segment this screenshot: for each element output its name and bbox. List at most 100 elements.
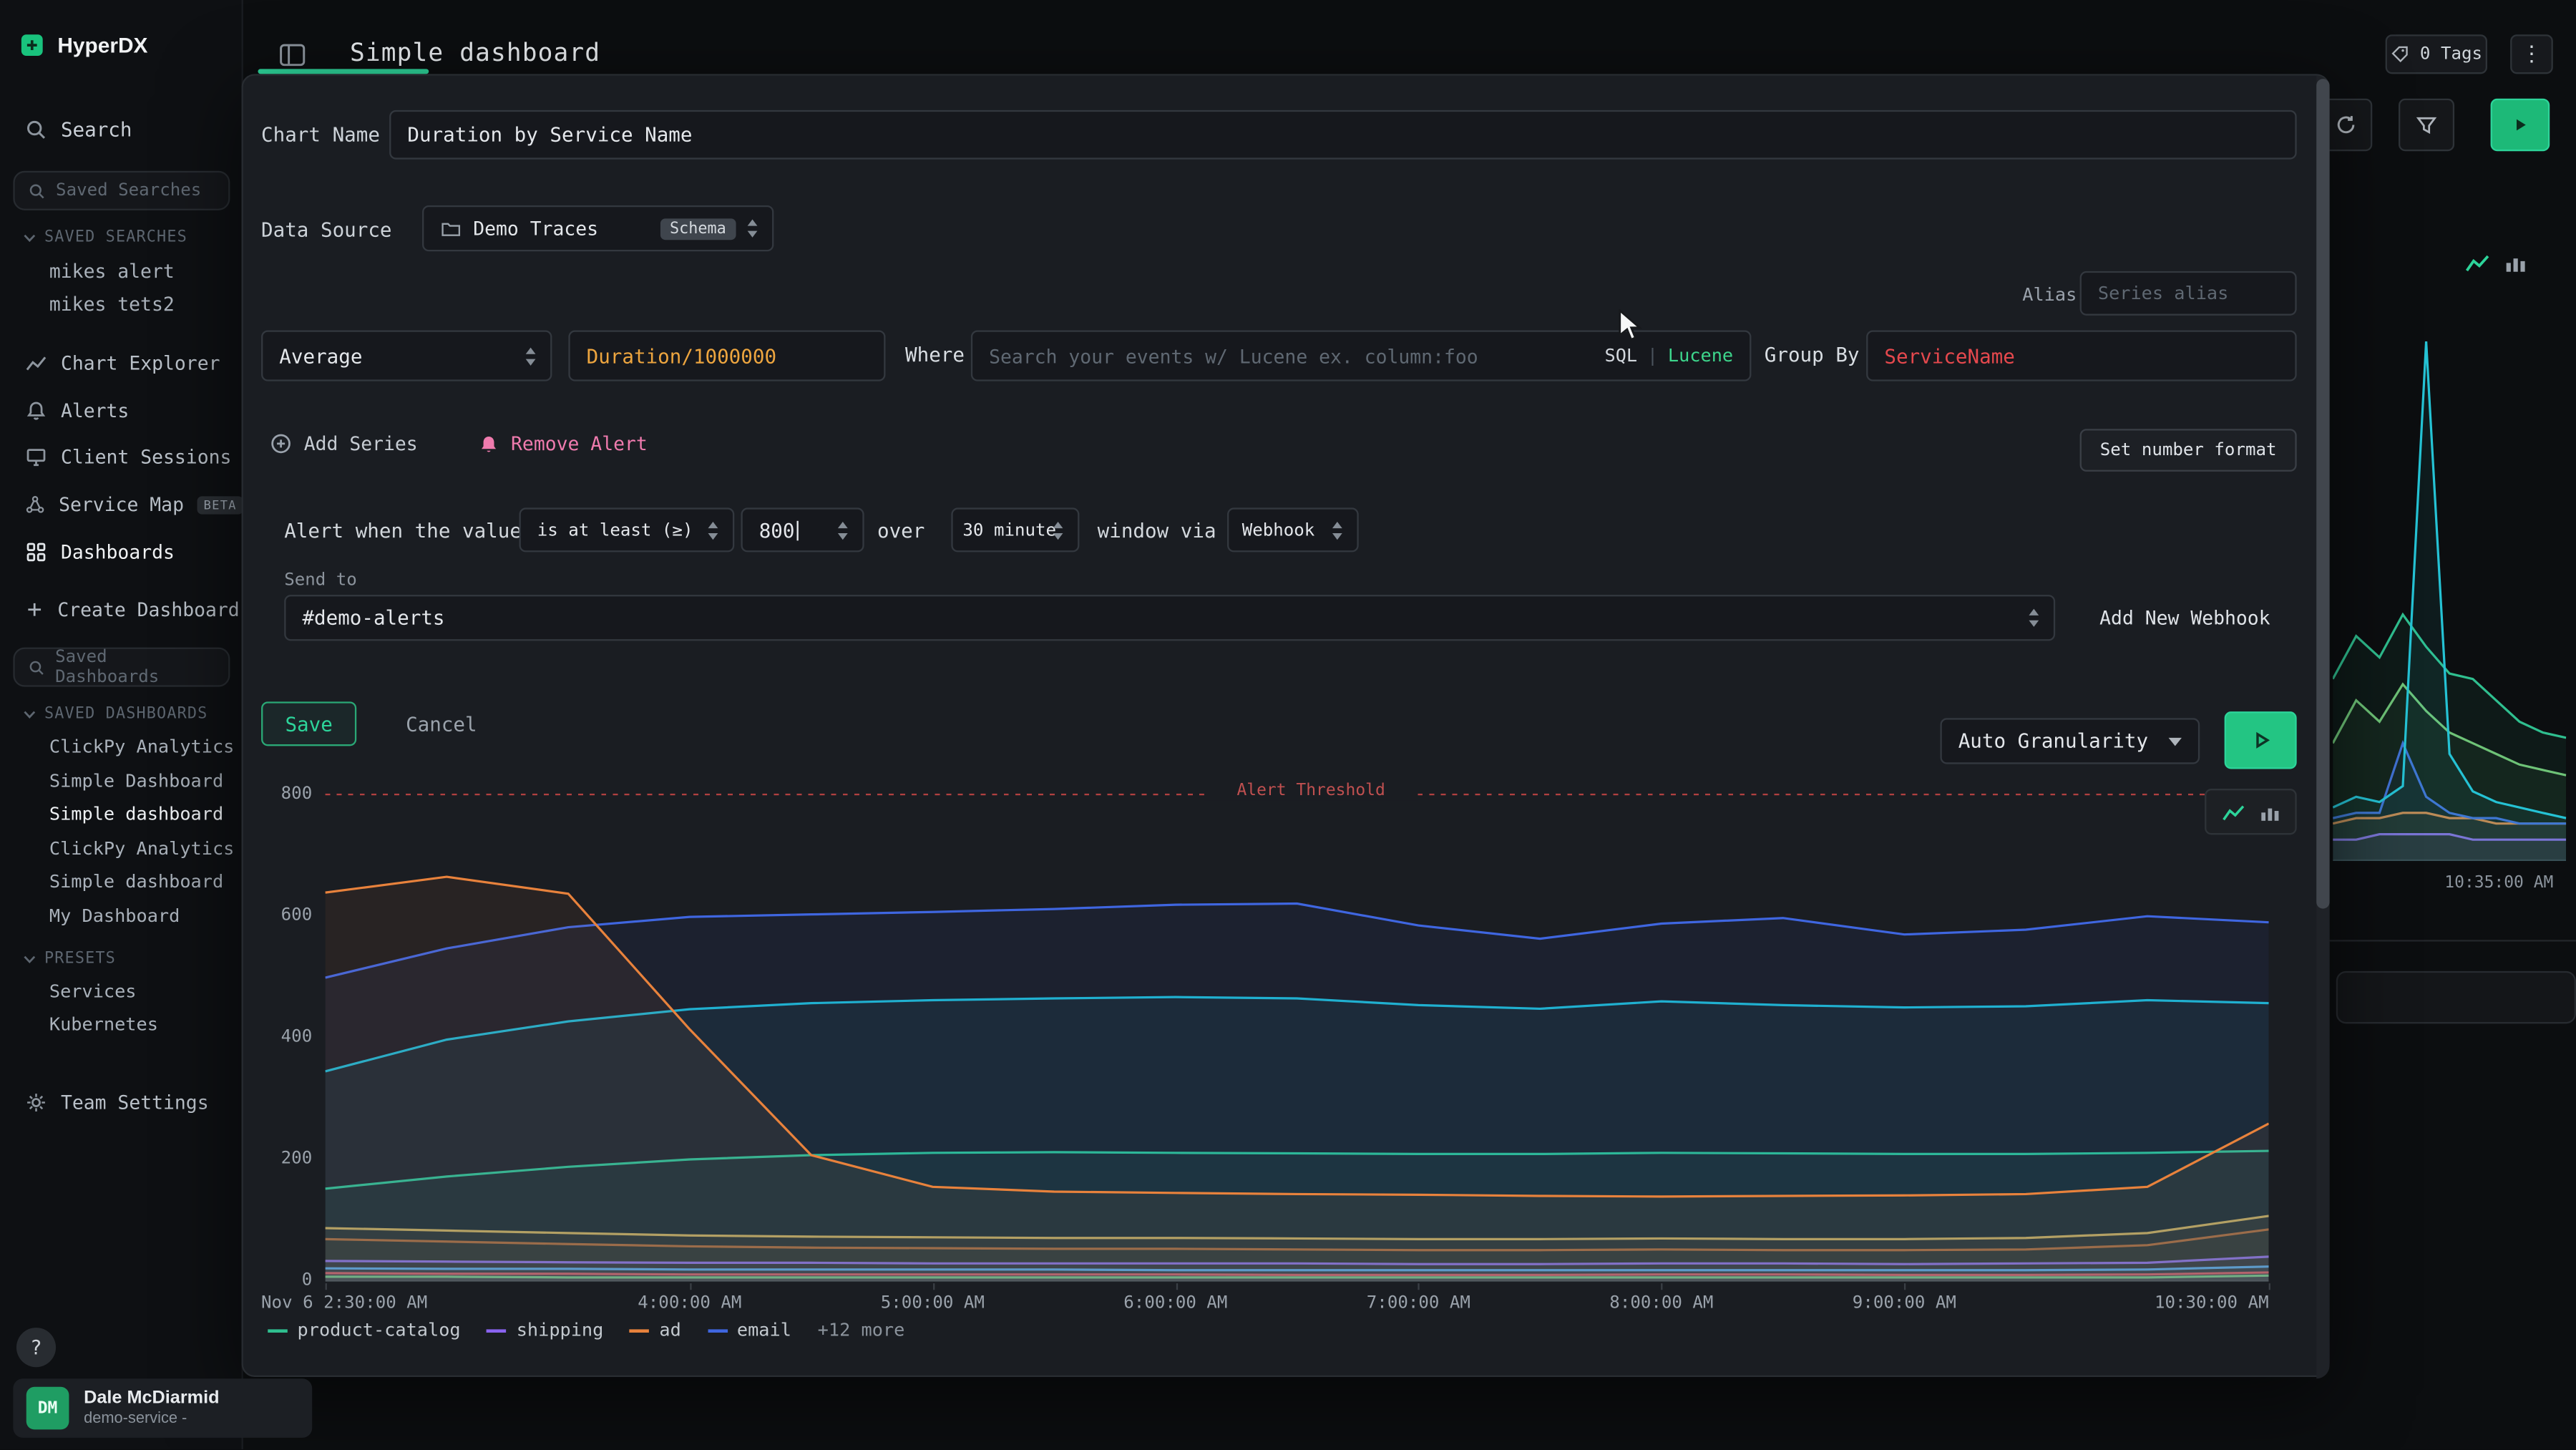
alert-over-label: over: [877, 520, 924, 542]
avatar: DM: [26, 1387, 69, 1430]
legend-item[interactable]: shipping: [487, 1320, 603, 1341]
x-axis-tick-label: 7:00:00 AM: [1367, 1293, 1470, 1313]
refresh-icon: [2334, 113, 2357, 136]
chart-editor-modal: Chart Name Duration by Service Name Data…: [241, 74, 2329, 1377]
collapse-sidebar-button[interactable]: [273, 34, 312, 74]
x-axis-tick-label: 10:30:00 AM: [2155, 1293, 2269, 1313]
saved-dashboards-list: ClickPy AnalyticsSimple DashboardSimple …: [0, 731, 243, 933]
saved-dashboard-item[interactable]: Simple dashboard: [0, 866, 243, 900]
saved-searches-placeholder: Saved Searches: [56, 181, 201, 201]
send-to-select[interactable]: #demo-alerts: [284, 595, 2055, 641]
tags-button[interactable]: 0 Tags: [2386, 34, 2487, 74]
scrollbar-thumb[interactable]: [2316, 79, 2329, 908]
preset-item[interactable]: Services: [0, 976, 243, 1009]
more-menu-button[interactable]: ⋮: [2510, 34, 2553, 74]
sidebar-item-label: Dashboards: [61, 540, 175, 563]
user-profile-chip[interactable]: DM Dale McDiarmid demo-service -: [13, 1378, 312, 1438]
saved-search-item[interactable]: mikes alert: [0, 255, 243, 288]
bar-chart-toggle[interactable]: [2260, 801, 2281, 822]
chart-name-input[interactable]: Duration by Service Name: [389, 110, 2297, 160]
legend-item[interactable]: +12 more: [818, 1320, 905, 1341]
select-chevrons-icon: [526, 346, 539, 364]
chart-type-toggle: [2205, 789, 2297, 835]
field-input[interactable]: Duration/1000000: [568, 330, 885, 381]
alert-condition-select[interactable]: is at least (≥): [519, 507, 735, 552]
select-chevrons-icon: [2029, 609, 2041, 627]
sidebar-item-service-map[interactable]: Service Map BETA: [0, 487, 243, 523]
add-new-webhook-button[interactable]: Add New Webhook: [2099, 606, 2270, 629]
filter-button[interactable]: [2399, 99, 2454, 151]
x-axis-tick: [1176, 1283, 1178, 1290]
run-chart-button[interactable]: [2225, 711, 2297, 769]
alert-channel-select[interactable]: Webhook: [1227, 507, 1359, 552]
granularity-select[interactable]: Auto Granularity: [1940, 718, 2200, 764]
aggregation-select[interactable]: Average: [261, 330, 552, 381]
sidebar-item-alerts[interactable]: Alerts: [0, 393, 243, 429]
preset-item[interactable]: Kubernetes: [0, 1009, 243, 1042]
add-series-button[interactable]: Add Series: [270, 432, 418, 455]
sidebar-item-dashboards[interactable]: Dashboards: [0, 534, 243, 570]
bell-icon: [24, 399, 47, 422]
duration-by-service-chart[interactable]: [326, 795, 2269, 1282]
user-name: Dale McDiarmid: [84, 1388, 219, 1409]
chart-legend: product-catalog shipping ad email +12 more: [268, 1320, 904, 1341]
sidebar-item-team-settings[interactable]: Team Settings: [0, 1084, 243, 1121]
sidebar-item-label: Client Sessions: [61, 445, 231, 468]
tags-count-label: 0 Tags: [2420, 44, 2482, 64]
saved-dashboard-item[interactable]: Simple dashboard: [0, 799, 243, 832]
select-chevrons-icon: [748, 220, 761, 238]
set-number-format-button[interactable]: Set number format: [2080, 429, 2297, 472]
text-caret: [796, 520, 798, 540]
run-query-button[interactable]: [2491, 99, 2550, 151]
saved-dashboard-item[interactable]: Simple Dashboard: [0, 765, 243, 799]
chevron-down-icon: [2169, 738, 2182, 746]
legend-item[interactable]: product-catalog: [268, 1320, 460, 1341]
cancel-button[interactable]: Cancel: [406, 713, 477, 736]
saved-searches-header[interactable]: SAVED SEARCHES: [23, 228, 187, 246]
legend-label: ad: [659, 1320, 680, 1341]
saved-searches-input[interactable]: Saved Searches: [13, 171, 230, 210]
saved-dashboards-input[interactable]: Saved Dashboards: [13, 648, 230, 687]
saved-dashboard-item[interactable]: ClickPy Analytics: [0, 731, 243, 765]
save-button[interactable]: Save: [261, 701, 356, 746]
presets-header[interactable]: PRESETS: [23, 950, 116, 968]
create-dashboard-button[interactable]: Create Dashboard: [0, 592, 243, 628]
alias-input[interactable]: Series alias: [2080, 271, 2297, 316]
filter-icon: [2415, 115, 2438, 136]
remove-alert-button[interactable]: Remove Alert: [478, 432, 648, 455]
brand-name: HyperDX: [57, 33, 147, 57]
select-chevrons-icon: [708, 521, 721, 539]
sql-toggle[interactable]: SQL: [1605, 345, 1638, 366]
group-by-input[interactable]: ServiceName: [1866, 330, 2297, 381]
line-chart-toggle[interactable]: [2220, 801, 2245, 822]
create-dashboard-label: Create Dashboard: [57, 598, 239, 621]
sidebar-item-search[interactable]: Search: [0, 112, 243, 148]
scrollbar-track[interactable]: [2316, 76, 2329, 1379]
alert-window-select[interactable]: 30 minute: [951, 507, 1079, 552]
alert-threshold-input[interactable]: 800: [741, 507, 864, 552]
background-chart-type-toggle[interactable]: [2464, 251, 2527, 274]
help-button[interactable]: ?: [16, 1328, 56, 1367]
chevron-down-icon: [23, 233, 36, 243]
plus-icon: [24, 600, 44, 620]
sidebar-item-client-sessions[interactable]: Client Sessions: [0, 439, 243, 475]
where-label: Where: [905, 344, 965, 366]
toggle-separator: |: [1647, 345, 1658, 366]
sidebar-item-chart-explorer[interactable]: Chart Explorer: [0, 345, 243, 381]
legend-item[interactable]: email: [708, 1320, 791, 1341]
saved-search-item[interactable]: mikes tets2: [0, 288, 243, 321]
saved-dashboards-header[interactable]: SAVED DASHBOARDS: [23, 705, 208, 723]
chevron-down-icon: [23, 709, 36, 719]
saved-dashboard-item[interactable]: ClickPy Analytics: [0, 832, 243, 866]
lucene-toggle[interactable]: Lucene: [1668, 345, 1733, 366]
legend-item[interactable]: ad: [630, 1320, 681, 1341]
send-to-label: Send to: [284, 570, 357, 590]
x-axis-tick: [326, 1283, 327, 1290]
data-source-select[interactable]: Demo Traces Schema: [422, 205, 774, 251]
saved-dashboard-item[interactable]: My Dashboard: [0, 900, 243, 933]
sidebar-item-label: Alerts: [61, 399, 129, 422]
select-chevrons-icon: [1053, 521, 1066, 539]
sidebar-item-label: Service Map: [59, 493, 184, 516]
kebab-menu-icon: ⋮: [2521, 42, 2542, 67]
brand[interactable]: HyperDX: [20, 33, 148, 57]
